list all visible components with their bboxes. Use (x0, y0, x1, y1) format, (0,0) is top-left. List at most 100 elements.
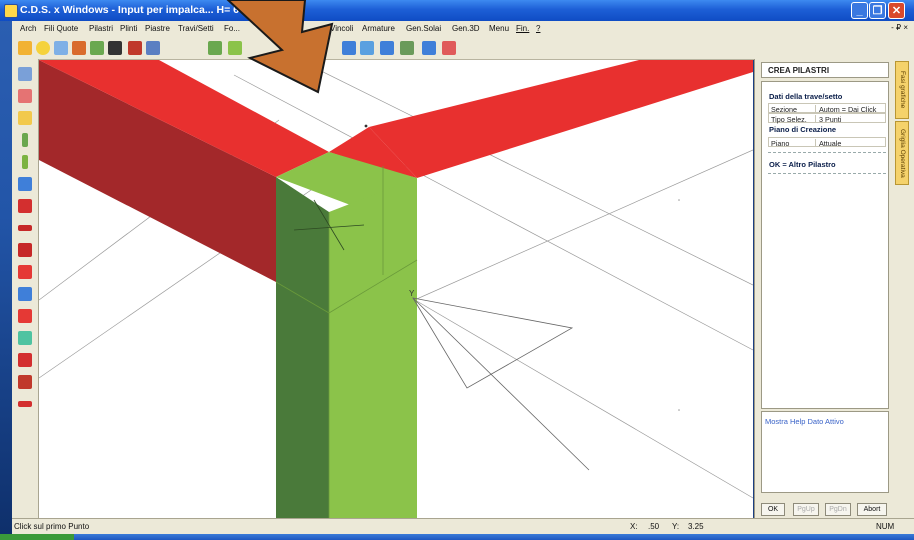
slab-blue-icon[interactable] (18, 287, 32, 301)
person-icon[interactable] (228, 41, 242, 55)
tool-icon[interactable] (90, 41, 104, 55)
menu-item-fili-quote[interactable]: Fili Quote (44, 24, 78, 33)
x-label: X: (630, 522, 638, 531)
row-key: Tipo Selez. (771, 115, 807, 124)
cds-window: C.D.S. x Windows - Input per impalca... … (0, 0, 914, 540)
menu-item-menu[interactable]: Menu (489, 24, 509, 33)
ucs-triangle (412, 297, 574, 389)
panel-body: Dati della trave/setto Sezione Autom = D… (761, 81, 889, 409)
row-sezione[interactable]: Sezione Autom = Dai Click (768, 103, 886, 114)
row-piano[interactable]: Piano Attuale (768, 137, 886, 148)
menu-item-help[interactable]: ? (536, 24, 540, 33)
grid-icon[interactable] (18, 41, 32, 55)
tab-griglia-operativa[interactable]: Griglia Operativa (895, 121, 909, 185)
grid-line (414, 299, 753, 499)
menu-item-pilastri[interactable]: Pilastri (89, 24, 113, 33)
row-value[interactable]: Autom = Dai Click (815, 105, 876, 114)
ruler-icon[interactable] (18, 111, 32, 125)
title-bar[interactable]: C.D.S. x Windows - Input per impalca... … (0, 0, 914, 21)
beam-red-icon[interactable] (18, 199, 32, 213)
taskbar (0, 534, 914, 540)
save-icon[interactable] (128, 41, 142, 55)
minimize-button[interactable]: _ (851, 2, 868, 19)
maximize-button[interactable]: ❐ (869, 2, 886, 19)
wall-tool-icon[interactable] (18, 243, 32, 257)
divider (768, 173, 886, 174)
menu-bar: Arch Fili Quote Pilastri Plinti Piastre … (12, 21, 914, 37)
pgup-button[interactable]: PgUp (793, 503, 819, 516)
stair-icon[interactable] (360, 41, 374, 55)
vertical-tabs: Fasi grafiche Griglia Operativa (892, 59, 914, 518)
left-toolbox (12, 59, 39, 518)
node-point (364, 124, 368, 128)
menu-item-gen-solai[interactable]: Gen.Solai (406, 24, 441, 33)
status-bar: Click sul primo Punto X: .50 Y: 3.25 NUM (12, 518, 914, 535)
curve-icon[interactable] (18, 401, 32, 407)
node-point (678, 409, 680, 411)
row-tipo-selez[interactable]: Tipo Selez. 3 Punti (768, 113, 886, 124)
eraser-icon[interactable] (442, 41, 456, 55)
column-red-icon[interactable] (22, 155, 28, 169)
side-panel: CREA PILASTRI Dati della trave/setto Sez… (754, 59, 893, 518)
stair-tool-icon[interactable] (18, 353, 32, 367)
status-message: Click sul primo Punto (14, 522, 90, 531)
menu-item-armature[interactable]: Armature (362, 24, 395, 33)
y-value: 3.25 (688, 522, 704, 531)
ok-button[interactable]: OK (761, 503, 785, 516)
close-button[interactable]: ✕ (888, 2, 905, 19)
menu-item-gen-3d[interactable]: Gen.3D (452, 24, 480, 33)
node-point (678, 199, 680, 201)
column-icon[interactable] (208, 41, 222, 55)
print-icon[interactable] (422, 41, 436, 55)
plinth-icon[interactable] (18, 177, 32, 191)
start-button[interactable] (0, 534, 74, 540)
rebar-icon[interactable] (18, 375, 32, 389)
camera-icon[interactable] (108, 41, 122, 55)
slab-icon[interactable] (380, 41, 394, 55)
slope-icon[interactable] (18, 309, 32, 323)
panel-header: CREA PILASTRI (761, 62, 889, 78)
divider (768, 152, 886, 153)
menu-item-arch[interactable]: Arch (20, 24, 36, 33)
panel-icon[interactable] (18, 331, 32, 345)
menu-item-fin[interactable]: Fin. (516, 24, 529, 33)
beam-right-top (369, 60, 753, 178)
beam-line-icon[interactable] (18, 225, 32, 231)
window-title: C.D.S. x Windows - Input per impalca... … (20, 4, 252, 16)
table-icon[interactable] (400, 41, 414, 55)
abort-button[interactable]: Abort (857, 503, 887, 516)
menu-item-fo[interactable]: Fo... (224, 24, 240, 33)
beam-icon[interactable] (342, 41, 356, 55)
zoom-icon[interactable] (54, 41, 68, 55)
app-icon (4, 4, 18, 18)
toolbar (12, 37, 914, 60)
tab-fasi-grafiche[interactable]: Fasi grafiche (895, 61, 909, 119)
column-side-light (329, 178, 417, 518)
slab-red-icon[interactable] (18, 265, 32, 279)
ok-hint: OK = Altro Pilastro (769, 160, 836, 169)
wall-icon[interactable] (72, 41, 86, 55)
row-value[interactable]: 3 Punti (815, 115, 841, 124)
menu-item-vincoli[interactable]: Vincoli (330, 24, 353, 33)
select-icon[interactable] (18, 67, 32, 81)
axis-label-y: Y (409, 289, 415, 298)
menu-item-piastre[interactable]: Piastre (145, 24, 170, 33)
node-icon[interactable] (18, 89, 32, 103)
mdi-controls[interactable]: - ₽ × (891, 23, 908, 32)
menu-item-plinti[interactable]: Plinti (120, 24, 137, 33)
menu-item-travi-setti[interactable]: Travi/Setti (178, 24, 214, 33)
pgdn-button[interactable]: PgDn (825, 503, 851, 516)
section-title-trave: Dati della trave/setto (769, 92, 843, 101)
building-icon[interactable] (146, 41, 160, 55)
3d-viewport[interactable]: Y (39, 60, 753, 518)
column-green-icon[interactable] (22, 133, 28, 147)
num-lock-indicator: NUM (876, 522, 895, 531)
y-label: Y: (672, 522, 680, 531)
x-value: .50 (648, 522, 660, 531)
ucs-line (412, 297, 590, 471)
help-link[interactable]: Mostra Help Dato Attivo (765, 417, 844, 426)
row-key: Piano (771, 139, 790, 148)
help-box: Mostra Help Dato Attivo (761, 411, 889, 493)
sun-icon[interactable] (36, 41, 50, 55)
row-value[interactable]: Attuale (815, 139, 841, 148)
